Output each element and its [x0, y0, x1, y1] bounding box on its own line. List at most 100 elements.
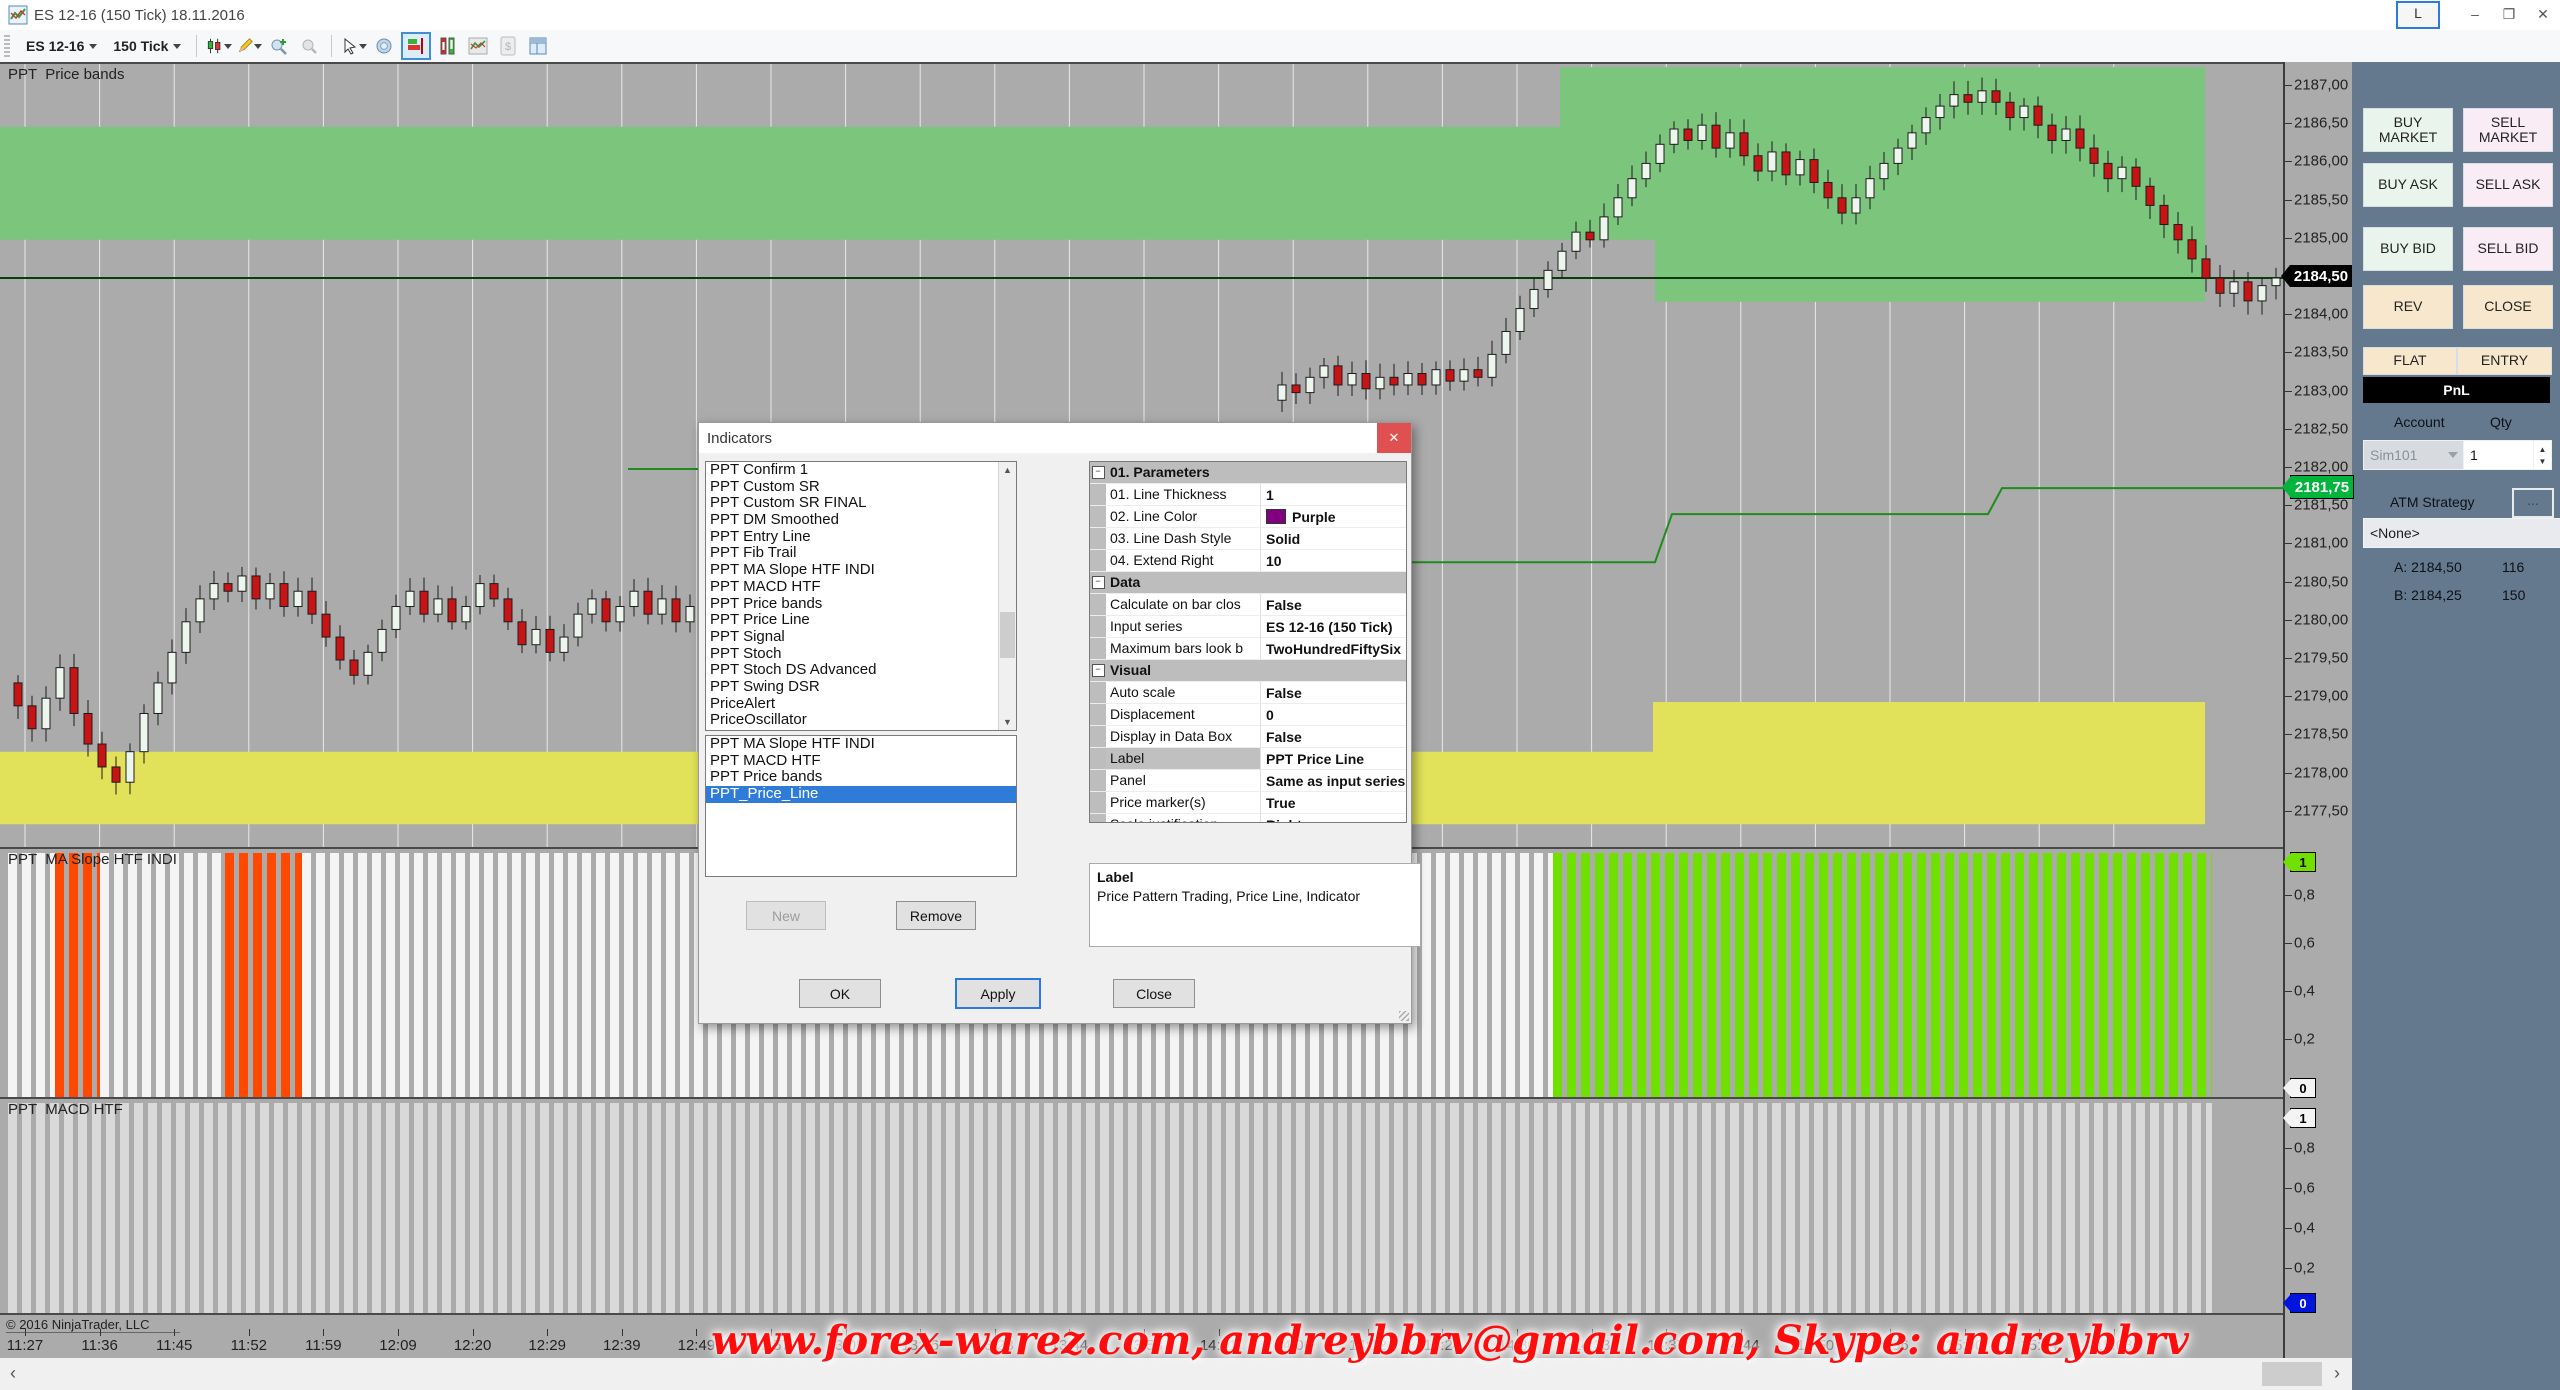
close-button[interactable]: ✕	[2526, 1, 2560, 29]
property-row[interactable]: LabelPPT Price Line	[1090, 748, 1406, 770]
property-row[interactable]: PanelSame as input series	[1090, 770, 1406, 792]
stepper-up-icon[interactable]: ▲	[2539, 445, 2547, 454]
property-value[interactable]: False	[1261, 594, 1406, 615]
property-value[interactable]: Same as input series	[1261, 770, 1406, 791]
configured-list-item[interactable]: PPT MACD HTF	[706, 753, 1016, 770]
minimize-button[interactable]: –	[2458, 1, 2492, 29]
indicator-list-item[interactable]: PPT Stoch	[706, 646, 1016, 663]
collapse-icon[interactable]: −	[1092, 466, 1105, 479]
indicator-list-item[interactable]: PPT Price Line	[706, 612, 1016, 629]
sell-bid-button[interactable]: SELL BID	[2463, 227, 2553, 271]
scroll-right-arrow[interactable]: ›	[2326, 1362, 2348, 1386]
atm-strategy-select[interactable]: <None>	[2363, 518, 2560, 548]
instrument-select[interactable]: ES 12-16	[20, 36, 103, 56]
indicator-list-item[interactable]: PPT Confirm 1	[706, 462, 1016, 479]
close-dialog-button[interactable]: Close	[1113, 979, 1195, 1008]
dialog-close-button[interactable]: ✕	[1377, 423, 1411, 453]
property-grid[interactable]: −01. Parameters01. Line Thickness102. Li…	[1089, 461, 1407, 823]
entry-button[interactable]: ENTRY	[2457, 347, 2552, 375]
stepper-down-icon[interactable]: ▼	[2539, 457, 2547, 466]
drawing-tools-dropdown[interactable]	[236, 34, 262, 58]
dialog-title-bar[interactable]: Indicators	[699, 423, 1411, 453]
scrollbar-thumb[interactable]	[1000, 612, 1015, 658]
property-value[interactable]: 10	[1261, 550, 1406, 571]
buy-ask-button[interactable]: BUY ASK	[2363, 163, 2453, 207]
indicator-list-item[interactable]: PPT Custom SR	[706, 479, 1016, 496]
property-row[interactable]: Displacement0	[1090, 704, 1406, 726]
scroll-up-icon[interactable]: ▲	[999, 462, 1016, 478]
new-button[interactable]: New	[746, 901, 826, 930]
indicator-list-item[interactable]: PriceOscillator	[706, 712, 1016, 729]
property-row[interactable]: Auto scaleFalse	[1090, 682, 1406, 704]
indicator-list-item[interactable]: PPT Fib Trail	[706, 545, 1016, 562]
property-value[interactable]: TwoHundredFiftySix	[1261, 638, 1406, 659]
property-value[interactable]: PPT Price Line	[1261, 748, 1406, 769]
sell-ask-button[interactable]: SELL ASK	[2463, 163, 2553, 207]
apply-button[interactable]: Apply	[955, 978, 1041, 1009]
remove-button[interactable]: Remove	[896, 901, 976, 930]
property-row[interactable]: 02. Line ColorPurple	[1090, 506, 1406, 528]
cursor-dropdown[interactable]	[341, 34, 367, 58]
list-scrollbar[interactable]: ▲ ▼	[998, 462, 1016, 730]
indicator-list-item[interactable]: PPT Custom SR FINAL	[706, 495, 1016, 512]
ok-button[interactable]: OK	[799, 979, 881, 1008]
close-button[interactable]: CLOSE	[2463, 285, 2553, 329]
available-indicators-list[interactable]: ▲ ▼ PPT Confirm 1PPT Custom SRPPT Custom…	[705, 461, 1017, 731]
dom-button[interactable]	[435, 34, 461, 58]
property-row[interactable]: Input seriesES 12-16 (150 Tick)	[1090, 616, 1406, 638]
configured-list-item[interactable]: PPT Price bands	[706, 769, 1016, 786]
add-indicator-button[interactable]	[266, 34, 292, 58]
snapshot-button[interactable]	[371, 34, 397, 58]
qty-stepper[interactable]: ▲ ▼	[2533, 440, 2552, 470]
macd-panel[interactable]	[0, 1097, 2283, 1315]
buy-bid-button[interactable]: BUY BID	[2363, 227, 2453, 271]
toolbar-grip[interactable]	[4, 35, 10, 57]
grid-button[interactable]	[525, 34, 551, 58]
property-value[interactable]: False	[1261, 682, 1406, 703]
buy-market-button[interactable]: BUYMARKET	[2363, 108, 2453, 152]
indicator-list-item[interactable]: PPT Price bands	[706, 596, 1016, 613]
property-value[interactable]: Solid	[1261, 528, 1406, 549]
dialog-resize-grip[interactable]	[1399, 1011, 1409, 1021]
property-row[interactable]: 03. Line Dash StyleSolid	[1090, 528, 1406, 550]
indicator-list-item[interactable]: PPT DM Smoothed	[706, 512, 1016, 529]
collapse-icon[interactable]: −	[1092, 576, 1105, 589]
scroll-down-icon[interactable]: ▼	[999, 714, 1016, 730]
property-group-row[interactable]: −Data	[1090, 572, 1406, 594]
indicator-list-item[interactable]: PPT Entry Line	[706, 529, 1016, 546]
interval-select[interactable]: 150 Tick	[107, 36, 187, 56]
link-button[interactable]: L	[2396, 1, 2440, 29]
property-value[interactable]: ES 12-16 (150 Tick)	[1261, 616, 1406, 637]
property-value[interactable]: Right	[1261, 814, 1406, 823]
bar-type-dropdown[interactable]	[206, 34, 232, 58]
sell-market-button[interactable]: SELLMARKET	[2463, 108, 2553, 152]
indicator-list-item[interactable]: PPT Signal	[706, 629, 1016, 646]
rev-button[interactable]: REV	[2363, 285, 2453, 329]
property-row[interactable]: Price marker(s)True	[1090, 792, 1406, 814]
property-value[interactable]: 1	[1261, 484, 1406, 505]
qty-input[interactable]: 1	[2463, 440, 2541, 470]
maximize-button[interactable]: ❐	[2492, 1, 2526, 29]
property-row[interactable]: 04. Extend Right10	[1090, 550, 1406, 572]
account-select[interactable]: Sim101	[2363, 440, 2465, 470]
property-group-row[interactable]: −Visual	[1090, 660, 1406, 682]
property-row[interactable]: Display in Data BoxFalse	[1090, 726, 1406, 748]
configured-indicators-list[interactable]: PPT MA Slope HTF INDIPPT MACD HTFPPT Pri…	[705, 735, 1017, 877]
property-row[interactable]: Scale justificationRight	[1090, 814, 1406, 823]
property-value[interactable]: Purple	[1261, 506, 1406, 527]
atm-more-button[interactable]: ...	[2512, 488, 2554, 518]
property-value[interactable]: 0	[1261, 704, 1406, 725]
indicator-list-item[interactable]: PriceAlert	[706, 696, 1016, 713]
indicator-list-item[interactable]: PPT Stoch DS Advanced	[706, 662, 1016, 679]
collapse-icon[interactable]: −	[1092, 664, 1105, 677]
property-row[interactable]: Calculate on bar closFalse	[1090, 594, 1406, 616]
property-row[interactable]: 01. Line Thickness1	[1090, 484, 1406, 506]
remove-indicator-button[interactable]	[296, 34, 322, 58]
configured-list-item[interactable]: PPT_Price_Line	[706, 786, 1016, 803]
chart-trader-toggle[interactable]	[401, 32, 431, 60]
property-row[interactable]: Maximum bars look bTwoHundredFiftySix	[1090, 638, 1406, 660]
market-analyzer-button[interactable]	[465, 34, 491, 58]
horizontal-scrollbar[interactable]: ‹ ›	[0, 1358, 2352, 1390]
indicator-list-item[interactable]: PPT MACD HTF	[706, 579, 1016, 596]
scrollbar-thumb[interactable]	[2262, 1362, 2322, 1386]
